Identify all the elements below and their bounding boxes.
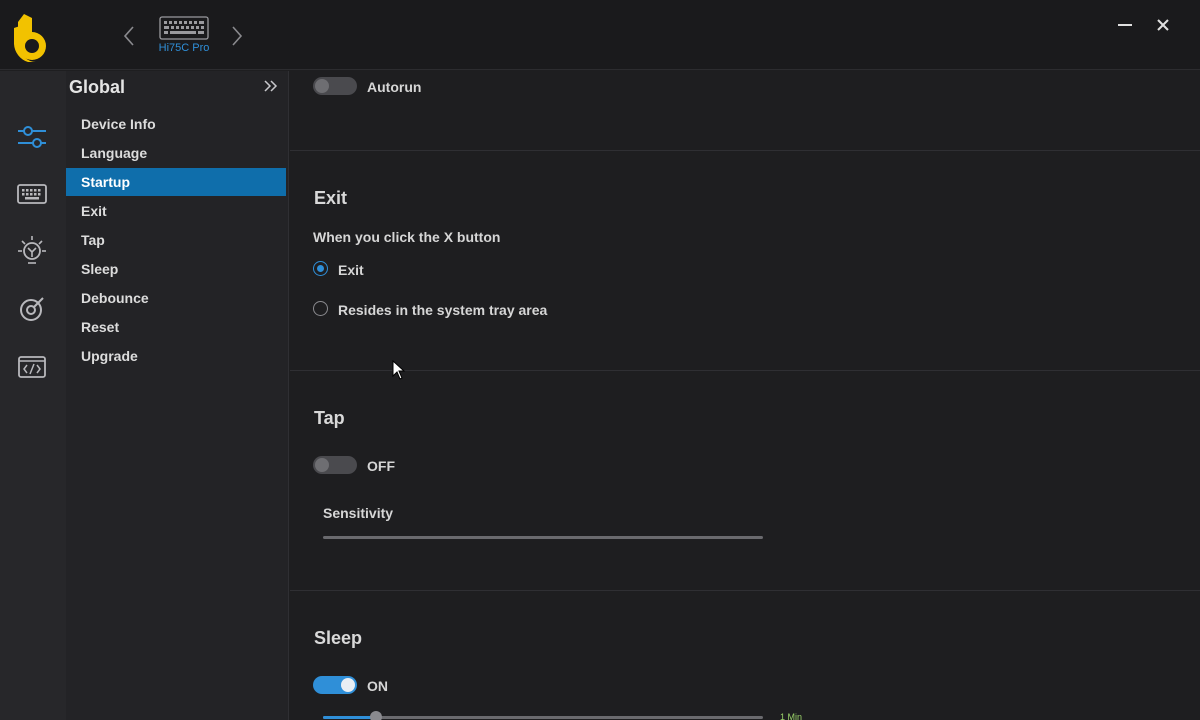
- menu-title: Global: [69, 77, 126, 97]
- collapse-double-chevron-icon[interactable]: [262, 77, 280, 95]
- sleep-toggle[interactable]: [313, 676, 357, 694]
- code-window-icon[interactable]: [14, 349, 50, 385]
- sleep-section-title: Sleep: [314, 628, 363, 648]
- tap-toggle[interactable]: [313, 456, 357, 474]
- previous-device-chevron-icon[interactable]: [118, 22, 140, 50]
- autorun-label: Autorun: [367, 79, 422, 95]
- toggle-knob: [341, 678, 355, 692]
- exit-option-radio[interactable]: [313, 261, 328, 276]
- icon-rail: [0, 71, 66, 720]
- autorun-toggle[interactable]: [313, 77, 357, 95]
- exit-prompt: When you click the X button: [313, 229, 501, 245]
- close-icon[interactable]: [1150, 12, 1176, 38]
- tap-section-title: Tap: [314, 408, 345, 428]
- toggle-knob: [315, 458, 329, 472]
- tray-option-radio[interactable]: [313, 301, 328, 316]
- exit-option-label[interactable]: Exit: [338, 262, 364, 278]
- lightbulb-icon[interactable]: [14, 233, 50, 269]
- menu-item-exit[interactable]: Exit: [66, 197, 286, 225]
- target-icon[interactable]: [14, 291, 50, 327]
- menu-item-language[interactable]: Language: [66, 139, 286, 167]
- minimize-icon[interactable]: [1112, 12, 1138, 38]
- sleep-time-slider[interactable]: [323, 711, 763, 720]
- menu-item-debounce[interactable]: Debounce: [66, 284, 286, 312]
- keyboard-device-icon: [159, 16, 209, 40]
- sliders-icon[interactable]: [14, 119, 50, 155]
- menu-item-startup[interactable]: Startup: [66, 168, 286, 196]
- sleep-time-value: 1 Min: [780, 712, 803, 720]
- exit-section-title: Exit: [314, 188, 348, 208]
- menu-item-sleep[interactable]: Sleep: [66, 255, 286, 283]
- title-bar: Hi75C Pro: [0, 0, 1200, 70]
- menu-item-tap[interactable]: Tap: [66, 226, 286, 254]
- sensitivity-slider[interactable]: [323, 536, 763, 539]
- section-divider: [290, 150, 1200, 151]
- device-name: Hi75C Pro: [158, 42, 210, 54]
- app-window: Hi75C Pro Global Device Info Language St…: [0, 0, 1200, 720]
- sleep-state-label: ON: [367, 678, 388, 694]
- menu-item-reset[interactable]: Reset: [66, 313, 286, 341]
- sensitivity-label: Sensitivity: [323, 505, 394, 521]
- slider-thumb[interactable]: [369, 711, 382, 720]
- section-divider: [290, 590, 1200, 591]
- tap-state-label: OFF: [367, 458, 395, 474]
- next-device-chevron-icon[interactable]: [226, 22, 248, 50]
- toggle-knob: [315, 79, 329, 93]
- keyboard-icon[interactable]: [14, 176, 50, 212]
- app-logo-icon: [14, 14, 46, 63]
- menu-item-device-info[interactable]: Device Info: [66, 110, 286, 138]
- device-selector[interactable]: Hi75C Pro: [156, 16, 212, 60]
- settings-content: Autorun Exit When you click the X button…: [290, 71, 1200, 720]
- section-divider: [290, 370, 1200, 371]
- settings-menu: Global Device Info Language Startup Exit…: [66, 71, 289, 720]
- slider-fill: [323, 716, 376, 719]
- tray-option-label[interactable]: Resides in the system tray area: [338, 302, 547, 318]
- menu-item-upgrade[interactable]: Upgrade: [66, 342, 286, 370]
